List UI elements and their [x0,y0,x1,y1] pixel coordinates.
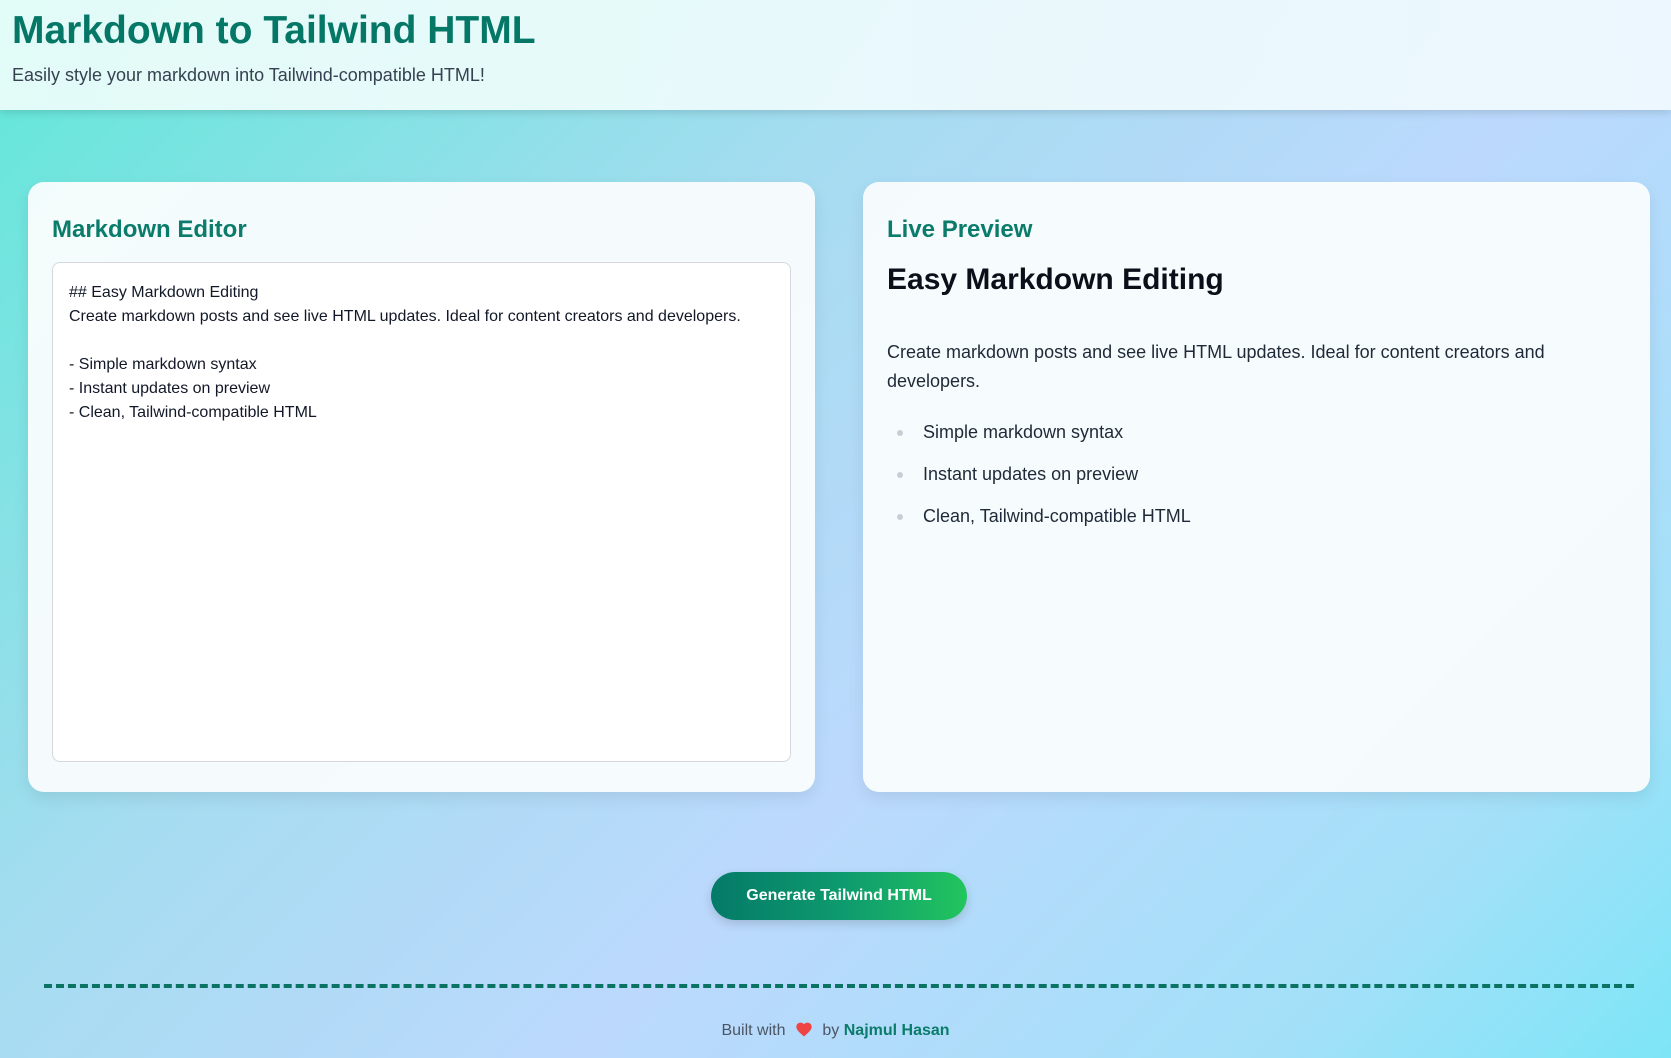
live-preview-card: Live Preview Easy Markdown Editing Creat… [863,182,1650,792]
list-item-text: Simple markdown syntax [923,422,1124,442]
page-title: Markdown to Tailwind HTML [12,9,536,52]
list-item: Simple markdown syntax [887,420,1627,444]
heart-icon [796,1022,812,1042]
footer-divider [44,984,1634,988]
bullet-icon [897,472,903,478]
page-subtitle: Easily style your markdown into Tailwind… [12,64,485,85]
editor-title: Markdown Editor [52,216,247,243]
app-header: Markdown to Tailwind HTML Easily style y… [0,0,1671,110]
list-item-text: Instant updates on preview [923,464,1139,484]
preview-paragraph: Create markdown posts and see live HTML … [887,342,1545,391]
footer: Built with by Najmul Hasan [0,1022,1671,1042]
markdown-input[interactable]: ## Easy Markdown Editing Create markdown… [52,262,791,762]
preview-content: Easy Markdown Editing Create markdown po… [887,262,1627,546]
bullet-icon [897,514,903,520]
footer-prefix: Built with [721,1022,786,1039]
list-item: Instant updates on preview [887,462,1627,486]
bullet-icon [897,430,903,436]
preview-list: Simple markdown syntax Instant updates o… [887,420,1627,528]
preview-title: Live Preview [887,216,1033,243]
list-item: Clean, Tailwind-compatible HTML [887,504,1627,528]
preview-heading: Easy Markdown Editing [887,263,1224,296]
list-item-text: Clean, Tailwind-compatible HTML [923,506,1191,526]
markdown-editor-card: Markdown Editor ## Easy Markdown Editing… [28,182,815,792]
footer-by: by [822,1022,840,1039]
author-link[interactable]: Najmul Hasan [844,1022,950,1039]
generate-tailwind-html-button[interactable]: Generate Tailwind HTML [711,872,967,920]
